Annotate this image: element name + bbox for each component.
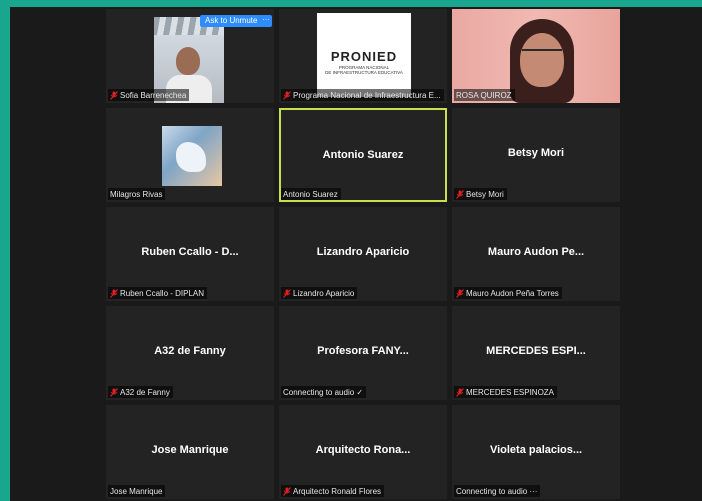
connecting-audio-status: Connecting to audio ···	[456, 486, 538, 496]
mic-muted-icon	[110, 288, 118, 298]
more-options-button[interactable]: ···	[260, 15, 272, 27]
participant-display-name: Lizandro Aparicio	[316, 246, 410, 258]
participant-name: A32 de Fanny	[120, 387, 170, 397]
participant-display-name: Ruben Ccallo - D...	[141, 246, 239, 258]
connecting-audio-status: Connecting to audio ✓	[283, 387, 364, 397]
logo-subtitle: PROGRAMA NACIONAL DE INFRAESTRUCTURA EDUC…	[325, 65, 403, 75]
participant-label: Ruben Ccallo - DIPLAN	[108, 287, 208, 299]
participant-label: MERCEDES ESPINOZA	[454, 386, 558, 398]
participant-tile-ruben[interactable]: Ruben Ccallo - D... Ruben Ccallo - DIPLA…	[106, 207, 274, 301]
participant-tile-rosa[interactable]: ROSA QUIROZ	[452, 9, 620, 103]
participant-name: Ruben Ccallo - DIPLAN	[120, 288, 205, 298]
mic-muted-icon	[283, 90, 291, 100]
participant-avatar-image	[162, 126, 222, 186]
participant-name: Jose Manrique	[110, 486, 163, 496]
participant-label: ROSA QUIROZ	[454, 89, 515, 101]
participant-display-name: Betsy Mori	[507, 147, 565, 159]
participant-name: ROSA QUIROZ	[456, 90, 512, 100]
participant-label: Sofia Barrenechea	[108, 89, 190, 101]
participant-tile-jose[interactable]: Jose Manrique Jose Manrique	[106, 405, 274, 499]
mic-muted-icon	[110, 90, 118, 100]
participant-tile-lizandro[interactable]: Lizandro Aparicio Lizandro Aparicio	[279, 207, 447, 301]
participant-tile-a32-fanny[interactable]: A32 de Fanny A32 de Fanny	[106, 306, 274, 400]
participant-label: Betsy Mori	[454, 188, 507, 200]
participant-tile-pronied[interactable]: PRONIED PROGRAMA NACIONAL DE INFRAESTRUCT…	[279, 9, 447, 103]
mic-muted-icon	[456, 387, 464, 397]
ask-to-unmute-button[interactable]: Ask to Unmute	[200, 15, 263, 27]
mic-muted-icon	[110, 387, 118, 397]
participant-display-name: MERCEDES ESPI...	[486, 345, 586, 357]
participant-name: Sofia Barrenechea	[120, 90, 187, 100]
participant-label: Arquitecto Ronald Flores	[281, 485, 385, 497]
participant-display-name: Profesora FANY...	[317, 345, 409, 357]
mic-muted-icon	[283, 486, 291, 496]
meeting-gallery: Ask to Unmute ··· Sofia Barrenechea PRON…	[10, 7, 702, 501]
participant-display-name: Antonio Suarez	[322, 149, 404, 161]
participant-tile-violeta[interactable]: Violeta palacios... Connecting to audio …	[452, 405, 620, 499]
participant-name: Antonio Suarez	[283, 189, 338, 199]
participant-tile-betsy[interactable]: Betsy Mori Betsy Mori	[452, 108, 620, 202]
participant-label: Programa Nacional de Infraestructura E..…	[281, 89, 444, 101]
participant-tile-mercedes[interactable]: MERCEDES ESPI... MERCEDES ESPINOZA	[452, 306, 620, 400]
participant-label: Jose Manrique	[108, 485, 166, 497]
participant-display-name: A32 de Fanny	[154, 345, 226, 357]
participant-label: Lizandro Aparicio	[281, 287, 358, 299]
mic-muted-icon	[456, 189, 464, 199]
mic-muted-icon	[283, 288, 291, 298]
participant-name: Arquitecto Ronald Flores	[293, 486, 382, 496]
participant-label: Mauro Audon Peña Torres	[454, 287, 562, 299]
participant-tile-antonio[interactable]: Antonio Suarez Antonio Suarez	[279, 108, 447, 202]
participant-name: Lizandro Aparicio	[293, 288, 355, 298]
participant-display-name: Violeta palacios...	[489, 444, 583, 456]
participant-name: Mauro Audon Peña Torres	[466, 288, 559, 298]
participant-label: Connecting to audio ✓	[281, 386, 367, 398]
participant-name: Milagros Rivas	[110, 189, 163, 199]
participant-display-name: Jose Manrique	[151, 444, 229, 456]
participant-tile-profesora-fany[interactable]: Profesora FANY... Connecting to audio ✓	[279, 306, 447, 400]
logo-title: PRONIED	[330, 49, 398, 64]
participant-label: Connecting to audio ···	[454, 485, 541, 497]
participant-name: Programa Nacional de Infraestructura E..…	[293, 90, 441, 100]
participant-name: MERCEDES ESPINOZA	[466, 387, 555, 397]
participant-tile-arquitecto[interactable]: Arquitecto Rona... Arquitecto Ronald Flo…	[279, 405, 447, 499]
participant-name: Betsy Mori	[466, 189, 504, 199]
participant-label: Milagros Rivas	[108, 188, 166, 200]
pronied-logo: PRONIED PROGRAMA NACIONAL DE INFRAESTRUCT…	[317, 13, 411, 97]
participant-tile-mauro[interactable]: Mauro Audon Pe... Mauro Audon Peña Torre…	[452, 207, 620, 301]
participant-display-name: Mauro Audon Pe...	[487, 246, 585, 258]
participant-display-name: Arquitecto Rona...	[315, 444, 411, 456]
participant-tile-milagros[interactable]: Milagros Rivas	[106, 108, 274, 202]
participant-tile-sofia[interactable]: Ask to Unmute ··· Sofia Barrenechea	[106, 9, 274, 103]
participant-label: Antonio Suarez	[281, 188, 341, 200]
participant-label: A32 de Fanny	[108, 386, 173, 398]
mic-muted-icon	[456, 288, 464, 298]
